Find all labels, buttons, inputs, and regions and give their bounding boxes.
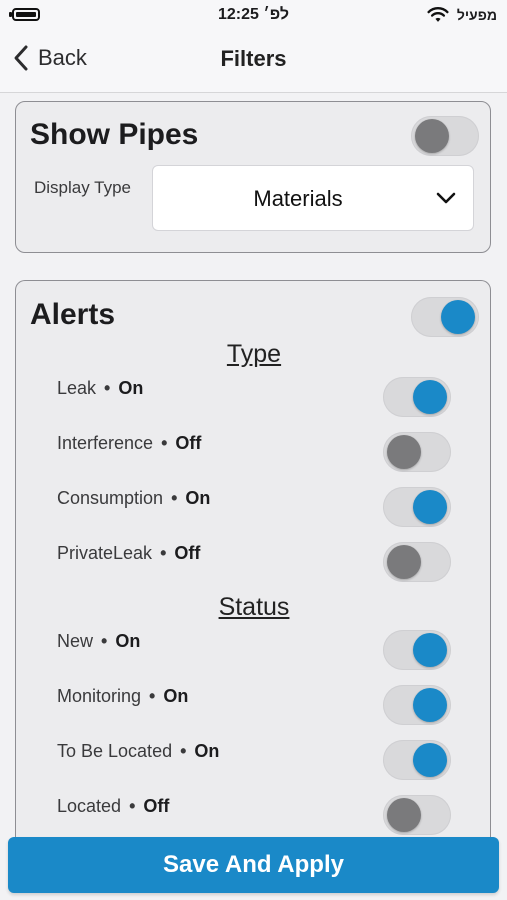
alert-type-consumption-label: Consumption • On: [57, 488, 211, 508]
alert-status-monitoring-toggle[interactable]: [383, 685, 451, 725]
alert-status-monitoring-label: Monitoring • On: [57, 686, 189, 706]
chevron-down-icon: [436, 192, 456, 204]
pipes-card: Show Pipes Display Type Materials: [15, 101, 491, 253]
alert-status-to-be-located-toggle[interactable]: [383, 740, 451, 780]
status-heading: Status: [218, 593, 290, 621]
page-title: Filters: [220, 46, 287, 71]
alert-type-leak-toggle[interactable]: [383, 377, 451, 417]
display-type-value: Materials: [253, 186, 343, 211]
alert-type-privateleak-toggle[interactable]: [383, 542, 451, 582]
carrier-label: מפעיל: [456, 7, 497, 23]
alert-type-consumption-toggle[interactable]: [383, 487, 451, 527]
alert-type-interference-label: Interference • Off: [57, 433, 202, 453]
alerts-card: Alerts Type Leak • On Interference • Off Con…: [15, 280, 491, 840]
alert-status-located-toggle[interactable]: [383, 795, 451, 835]
alert-status-located-label: Located • Off: [57, 796, 170, 816]
alert-status-to-be-located-label: To Be Located • On: [57, 741, 220, 761]
display-type-select[interactable]: Materials: [152, 165, 474, 231]
show-pipes-toggle[interactable]: [411, 116, 479, 156]
wifi-icon: [427, 7, 449, 22]
display-type-label: Display Type: [34, 178, 132, 197]
alerts-title: Alerts: [30, 298, 116, 331]
nav-bar: Back Filters: [0, 32, 507, 93]
status-bar: 12:25 לפ׳ מפעיל: [0, 0, 507, 32]
type-heading: Type: [226, 340, 282, 368]
alert-status-new-toggle[interactable]: [383, 630, 451, 670]
alert-status-new-label: New • On: [57, 631, 141, 651]
alerts-toggle[interactable]: [411, 297, 479, 337]
alert-type-privateleak-label: PrivateLeak • Off: [57, 543, 201, 563]
alert-type-interference-toggle[interactable]: [383, 432, 451, 472]
save-and-apply-label: Save And Apply: [163, 851, 344, 878]
save-and-apply-button[interactable]: Save And Apply: [8, 837, 499, 893]
pipes-title: Show Pipes: [30, 118, 199, 151]
alert-type-leak-label: Leak • On: [57, 378, 144, 398]
